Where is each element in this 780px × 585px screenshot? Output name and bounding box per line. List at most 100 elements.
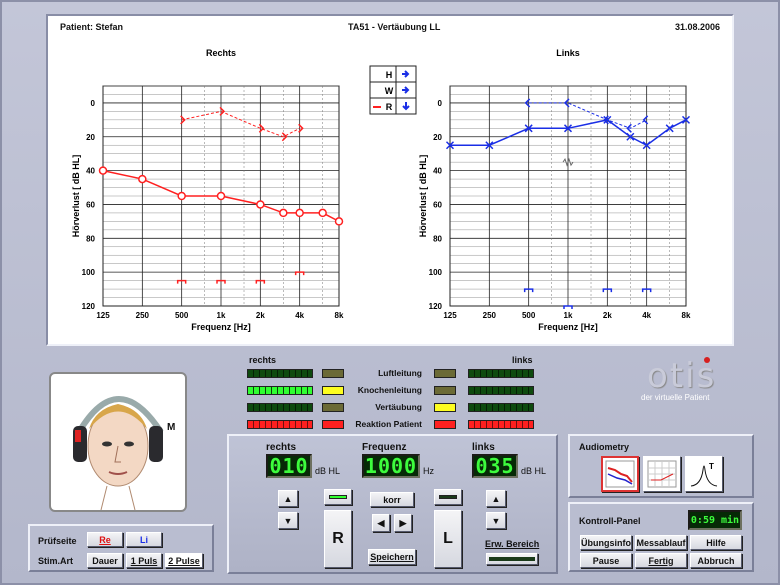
y-tick-label: 80 <box>86 234 95 243</box>
stim-art-label: Stim.Art <box>38 556 74 566</box>
korr-button[interactable]: korr <box>370 492 414 507</box>
x-axis-label: Frequenz [Hz] <box>191 322 251 332</box>
x-tick-label: 250 <box>136 311 150 320</box>
x-tick-label: 125 <box>443 311 457 320</box>
indicator-row-label: Vertäubung <box>375 402 422 412</box>
left-level-display: 035 <box>472 454 518 478</box>
right-unit: dB HL <box>315 466 341 476</box>
y-tick-label: 60 <box>86 200 95 209</box>
x-tick-label: 125 <box>96 311 110 320</box>
side-li-button[interactable]: Li <box>126 532 162 547</box>
air-conduction-point <box>216 191 226 201</box>
x-tick-label: 4k <box>295 311 304 320</box>
air-conduction-point <box>279 208 288 218</box>
y-tick-label: 40 <box>86 167 95 176</box>
stim-2pulse-button[interactable]: 2 Pulse <box>165 553 203 568</box>
no-response-mark <box>563 305 573 309</box>
air-conduction-point <box>177 191 186 201</box>
x-tick-label: 250 <box>483 311 497 320</box>
y-tick-label: 40 <box>433 167 442 176</box>
y-tick-label: 80 <box>433 234 442 243</box>
right-indicator-lamp <box>322 403 344 412</box>
audiogram-right: Rechts 125 250 500 1k 2k 4k 8k 0 20 40 60 80 100 120 Fr… <box>71 48 344 332</box>
x-tick-label: 500 <box>522 311 536 320</box>
left-level-up-button[interactable]: ▲ <box>486 490 506 507</box>
right-level-meter <box>247 386 313 395</box>
audiogram-panel: Patient: Stefan TA51 - Vertäubung LL 31.… <box>46 14 734 346</box>
x-tick-label: 500 <box>175 311 189 320</box>
right-level-label: rechts <box>266 442 297 453</box>
audiogram-left: Links 125 250 500 1k 2k 4k 8k 0 20 40 60 80 100 120 Fre… <box>418 48 691 332</box>
right-level-meter <box>247 369 313 378</box>
right-indicator-lamp <box>322 420 344 429</box>
stim-1puls-button[interactable]: 1 Puls <box>126 553 162 568</box>
right-indicator-button[interactable] <box>324 489 352 505</box>
y-tick-label: 100 <box>429 268 443 277</box>
audiograms: Rechts 125 250 500 1k 2k 4k 8k 0 20 40 60 80 100 120 Fr… <box>71 48 691 332</box>
frequency-display: 1000 <box>362 454 420 478</box>
speech-audiogram-button[interactable] <box>643 456 681 492</box>
right-indicator-lamp <box>322 369 344 378</box>
patient-headphones-image: M <box>73 396 175 510</box>
indicator-rechts-label: rechts <box>249 355 277 365</box>
right-level-up-button[interactable]: ▲ <box>278 490 298 507</box>
stim-dauer-button[interactable]: Dauer <box>87 553 123 568</box>
right-indicator-lamp <box>322 386 344 395</box>
fertig-button[interactable]: Fertig <box>635 553 687 568</box>
y-tick-label: 0 <box>91 99 96 108</box>
right-level-down-button[interactable]: ▼ <box>278 512 298 529</box>
audiogram-chart-icon <box>605 460 635 488</box>
left-level-down-button[interactable]: ▼ <box>486 512 506 529</box>
left-indicator-button[interactable] <box>434 489 462 505</box>
tympanometry-button[interactable]: T <box>685 456 723 492</box>
messablauf-button[interactable]: Messablauf <box>635 535 687 550</box>
air-conduction-point <box>98 166 108 175</box>
left-present-button[interactable]: L <box>434 510 462 568</box>
hilfe-button[interactable]: Hilfe <box>690 535 742 550</box>
right-present-button[interactable]: R <box>324 510 352 568</box>
y-tick-label: 120 <box>429 302 443 311</box>
y-tick-label: 0 <box>438 99 443 108</box>
right-level-display: 010 <box>266 454 312 478</box>
otis-logo: otis der virtuelle Patient <box>641 356 717 402</box>
patient-portrait: M <box>49 372 187 512</box>
uebungsinfo-button[interactable]: Übungsinfo <box>580 535 632 550</box>
air-conduction-point <box>256 200 265 209</box>
freq-down-button[interactable]: ◀ <box>372 514 390 532</box>
kontroll-panel-label: Kontroll-Panel <box>579 516 641 526</box>
right-level-meter <box>247 420 313 429</box>
y-tick-label: 120 <box>82 302 96 311</box>
x-tick-label: 2k <box>603 311 612 320</box>
left-indicator-lamp <box>434 403 456 412</box>
x-tick-label: 1k <box>217 311 226 320</box>
left-level-meter <box>468 369 534 378</box>
indicator-links-label: links <box>512 355 533 365</box>
pause-button[interactable]: Pause <box>580 553 632 568</box>
indicator-row-label: Luftleitung <box>378 368 422 378</box>
legend-box[interactable]: H W R <box>369 65 417 115</box>
air-conduction-point <box>334 217 344 226</box>
peak-curve-icon: T <box>690 462 718 487</box>
speech-chart-icon <box>647 460 677 488</box>
air-conduction-point <box>295 208 304 218</box>
x-tick-label: 2k <box>256 311 265 320</box>
y-tick-label: 20 <box>86 133 95 142</box>
freq-unit: Hz <box>423 466 434 476</box>
app-window: Patient: Stefan TA51 - Vertäubung LL 31.… <box>0 0 780 585</box>
speichern-button[interactable]: Speichern <box>368 549 416 565</box>
air-conduction-point <box>318 208 327 218</box>
freq-up-button[interactable]: ▶ <box>394 514 412 532</box>
abbruch-button[interactable]: Abbruch <box>690 553 742 568</box>
pruefseite-label: Prüfseite <box>38 536 77 546</box>
left-indicator-lamp <box>434 386 456 395</box>
side-re-button[interactable]: Re <box>87 532 123 547</box>
tone-audiogram-button[interactable] <box>601 456 639 492</box>
x-tick-label: 8k <box>682 311 691 320</box>
left-level-meter <box>468 386 534 395</box>
x-tick-label: 1k <box>564 311 573 320</box>
erw-bereich-toggle[interactable] <box>486 553 538 565</box>
y-axis-label: Hörverlust [ dB HL] <box>418 155 428 238</box>
frequency-label: Frequenz <box>362 442 407 453</box>
y-tick-label: 100 <box>82 268 96 277</box>
session-timer: 0:59 min <box>688 510 742 530</box>
